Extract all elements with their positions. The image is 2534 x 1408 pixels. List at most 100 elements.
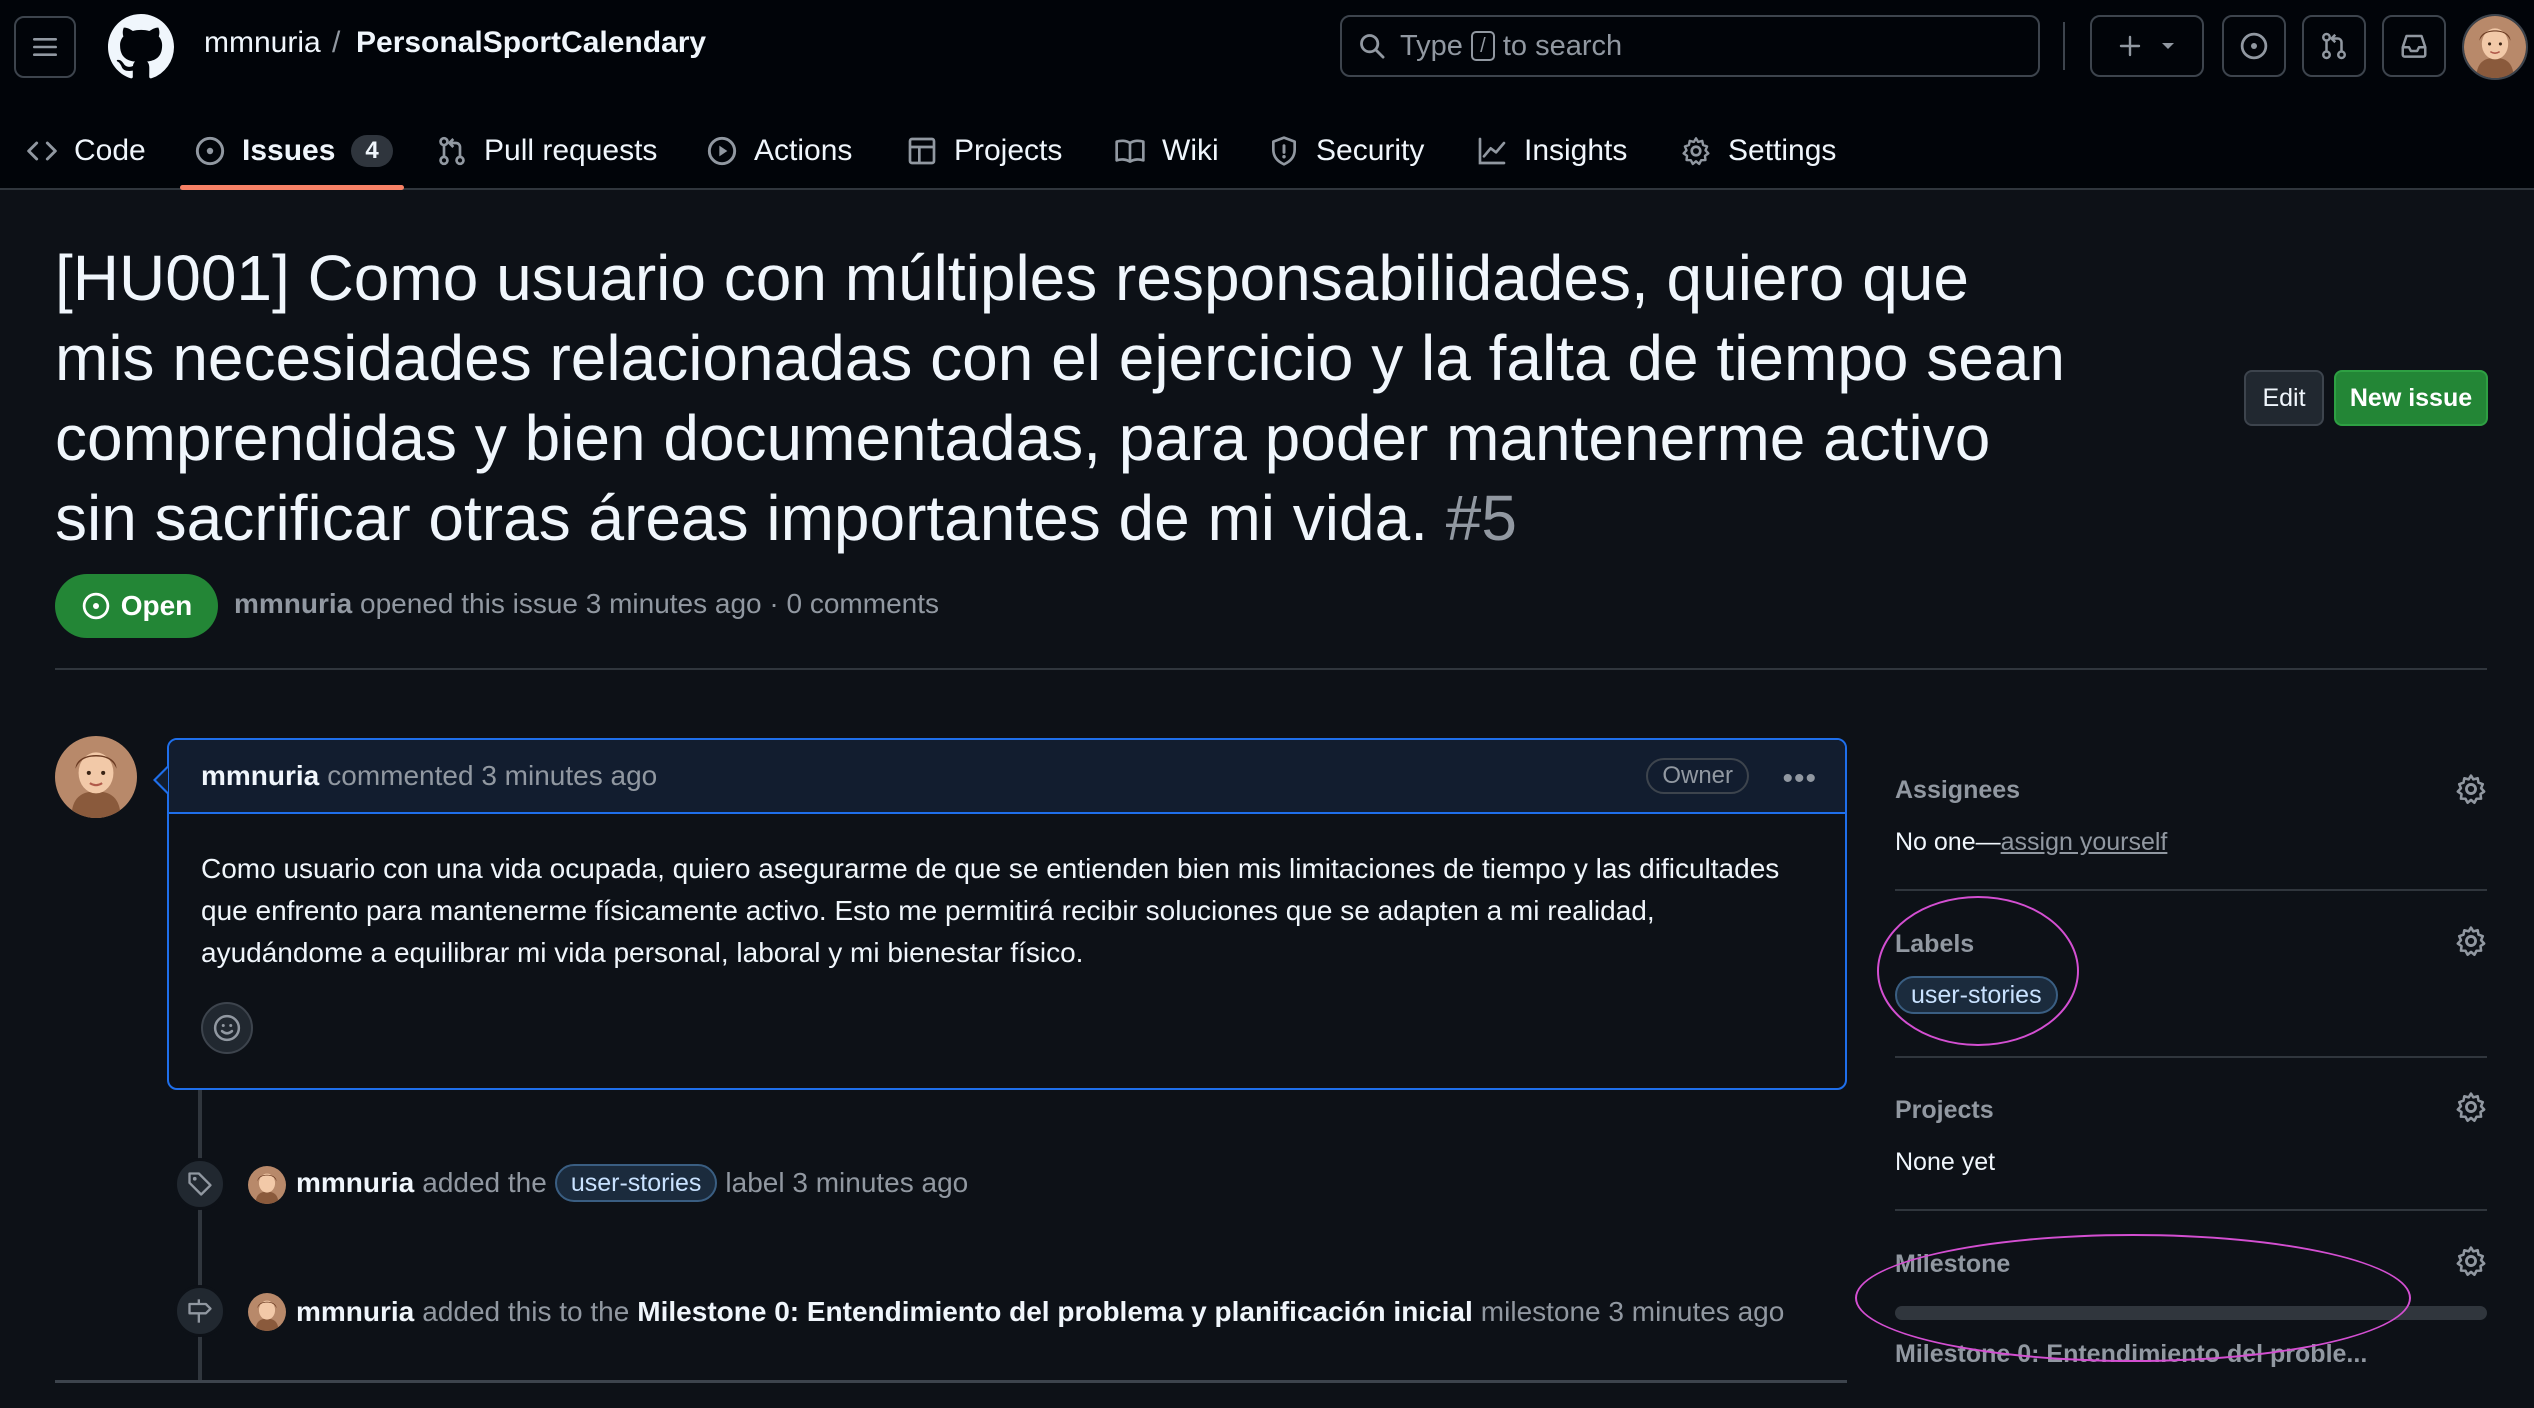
sidebar-divider xyxy=(1895,889,2487,891)
issue-number: #5 xyxy=(1445,482,1517,554)
tab-insights[interactable]: Insights xyxy=(1476,112,1627,190)
new-issue-button[interactable]: New issue xyxy=(2334,370,2488,426)
tab-issues[interactable]: Issues 4 xyxy=(194,112,393,190)
your-issues-button[interactable] xyxy=(2222,15,2286,77)
issue-state-badge: Open xyxy=(55,574,218,638)
tab-projects[interactable]: Projects xyxy=(906,112,1062,190)
hamburger-icon xyxy=(33,38,57,56)
issue-state-label: Open xyxy=(120,590,193,621)
avatar-illustration-icon xyxy=(248,1293,286,1331)
tab-pull-requests[interactable]: Pull requests xyxy=(436,112,657,190)
timeline-actor-avatar[interactable] xyxy=(248,1166,286,1204)
play-icon xyxy=(707,136,737,166)
comment-author[interactable]: mmnuria xyxy=(201,760,319,792)
breadcrumb-repo[interactable]: PersonalSportCalendary xyxy=(356,26,706,60)
breadcrumb-owner[interactable]: mmnuria xyxy=(204,26,321,60)
timeline-actor[interactable]: mmnuria xyxy=(296,1296,414,1328)
issue-meta-text: opened this issue 3 minutes ago · 0 comm… xyxy=(360,588,940,619)
comment-timestamp[interactable]: commented 3 minutes ago xyxy=(327,760,657,792)
sidebar-divider xyxy=(1895,1056,2487,1058)
milestone-gear-icon[interactable] xyxy=(2454,1244,2488,1278)
timeline-label-badge xyxy=(174,1158,226,1210)
comment-pointer-inner xyxy=(156,768,168,792)
timeline-milestone-badge xyxy=(174,1285,226,1337)
issue-author-link[interactable]: mmnuria xyxy=(234,588,352,619)
search-suffix: to search xyxy=(1502,29,1623,62)
inbox-icon xyxy=(2401,34,2427,58)
comment-body: Como usuario con una vida ocupada, quier… xyxy=(201,853,1780,968)
tab-security[interactable]: Security xyxy=(1268,112,1424,190)
timeline-milestone-link[interactable]: Milestone 0: Entendimiento del problema … xyxy=(637,1296,1473,1328)
sidebar-projects-title[interactable]: Projects xyxy=(1895,1096,1994,1125)
tab-security-label: Security xyxy=(1316,134,1425,167)
graph-icon xyxy=(1478,137,1506,165)
table-icon xyxy=(908,137,936,165)
timeline-actor-avatar[interactable] xyxy=(248,1293,286,1331)
sidebar-assignees-title[interactable]: Assignees xyxy=(1895,776,2020,805)
notifications-button[interactable] xyxy=(2382,15,2446,77)
issue-title-text: [HU001] Como usuario con múltiples respo… xyxy=(55,242,2065,554)
code-icon xyxy=(27,141,57,161)
tab-actions-label: Actions xyxy=(754,134,853,167)
avatar-illustration-icon xyxy=(2464,16,2526,78)
sidebar-divider xyxy=(1895,1209,2487,1211)
triangle-down-icon xyxy=(2162,43,2174,49)
labels-gear-icon[interactable] xyxy=(2454,924,2488,958)
issue-title: [HU001] Como usuario con múltiples respo… xyxy=(55,238,2065,558)
milestone-icon xyxy=(188,1299,212,1323)
timeline-event-text: added this to the xyxy=(422,1296,630,1327)
plus-icon xyxy=(2119,35,2141,57)
timeline-event-text: added the xyxy=(422,1167,547,1198)
kebab-horizontal-icon[interactable]: ••• xyxy=(1782,762,1817,796)
issue-opened-icon xyxy=(195,136,225,166)
timeline-actor[interactable]: mmnuria xyxy=(296,1167,414,1199)
issues-count-badge: 4 xyxy=(351,135,393,167)
timeline-event-time[interactable]: milestone 3 minutes ago xyxy=(1481,1296,1785,1328)
issue-meta: mmnuria opened this issue 3 minutes ago … xyxy=(234,588,939,620)
avatar-illustration-icon xyxy=(248,1166,286,1204)
tab-issues-label: Issues xyxy=(242,134,336,167)
add-reaction-button[interactable] xyxy=(201,1002,253,1054)
sidebar-assignees-value: No one—assign yourself xyxy=(1895,828,2167,857)
avatar-illustration-icon xyxy=(55,736,137,818)
tab-wiki-label: Wiki xyxy=(1162,134,1219,167)
search-icon xyxy=(1360,34,1385,59)
annotation-ellipse-labels xyxy=(1877,896,2079,1046)
search-placeholder: Type / to search xyxy=(1400,30,1622,63)
timeline-end-divider xyxy=(55,1380,1847,1383)
tab-code[interactable]: Code xyxy=(26,112,146,190)
gear-icon xyxy=(1682,137,1710,166)
your-pull-requests-button[interactable] xyxy=(2302,15,2366,77)
comment-author-avatar[interactable] xyxy=(55,736,137,818)
timeline-event-label: mmnuria added the user-stories label 3 m… xyxy=(296,1164,968,1202)
menu-button[interactable] xyxy=(14,16,76,78)
tab-wiki[interactable]: Wiki xyxy=(1114,112,1219,190)
projects-gear-icon[interactable] xyxy=(2454,1090,2488,1124)
assign-yourself-link[interactable]: assign yourself xyxy=(2001,828,2168,856)
no-assignee-text: No one— xyxy=(1895,828,2001,856)
tab-settings[interactable]: Settings xyxy=(1680,112,1836,190)
github-logo-icon[interactable] xyxy=(108,14,174,80)
sidebar-projects-value: None yet xyxy=(1895,1148,1996,1176)
assignees-gear-icon[interactable] xyxy=(2454,772,2488,806)
smiley-icon xyxy=(213,1014,241,1042)
tab-settings-label: Settings xyxy=(1728,134,1837,167)
create-new-button[interactable] xyxy=(2090,15,2204,77)
edit-title-button[interactable]: Edit xyxy=(2244,370,2324,426)
annotation-ellipse-milestone xyxy=(1855,1234,2411,1362)
timeline-event-time[interactable]: label 3 minutes ago xyxy=(725,1167,968,1199)
search-input[interactable]: Type / to search xyxy=(1340,15,2040,77)
tab-insights-label: Insights xyxy=(1524,134,1628,167)
breadcrumb-separator: / xyxy=(332,26,341,59)
search-prefix: Type xyxy=(1400,29,1463,62)
issue-opened-icon xyxy=(2240,32,2268,60)
timeline-label-pill[interactable]: user-stories xyxy=(554,1164,718,1202)
git-pull-request-icon xyxy=(2322,32,2346,60)
active-tab-underline xyxy=(180,185,404,190)
comment-header: mmnuria commented 3 minutes ago Owner ••… xyxy=(169,740,1845,814)
book-icon xyxy=(1115,139,1145,163)
tab-code-label: Code xyxy=(74,134,146,167)
tab-actions[interactable]: Actions xyxy=(706,112,852,190)
user-avatar[interactable] xyxy=(2462,14,2528,80)
git-pull-request-icon xyxy=(439,136,465,166)
